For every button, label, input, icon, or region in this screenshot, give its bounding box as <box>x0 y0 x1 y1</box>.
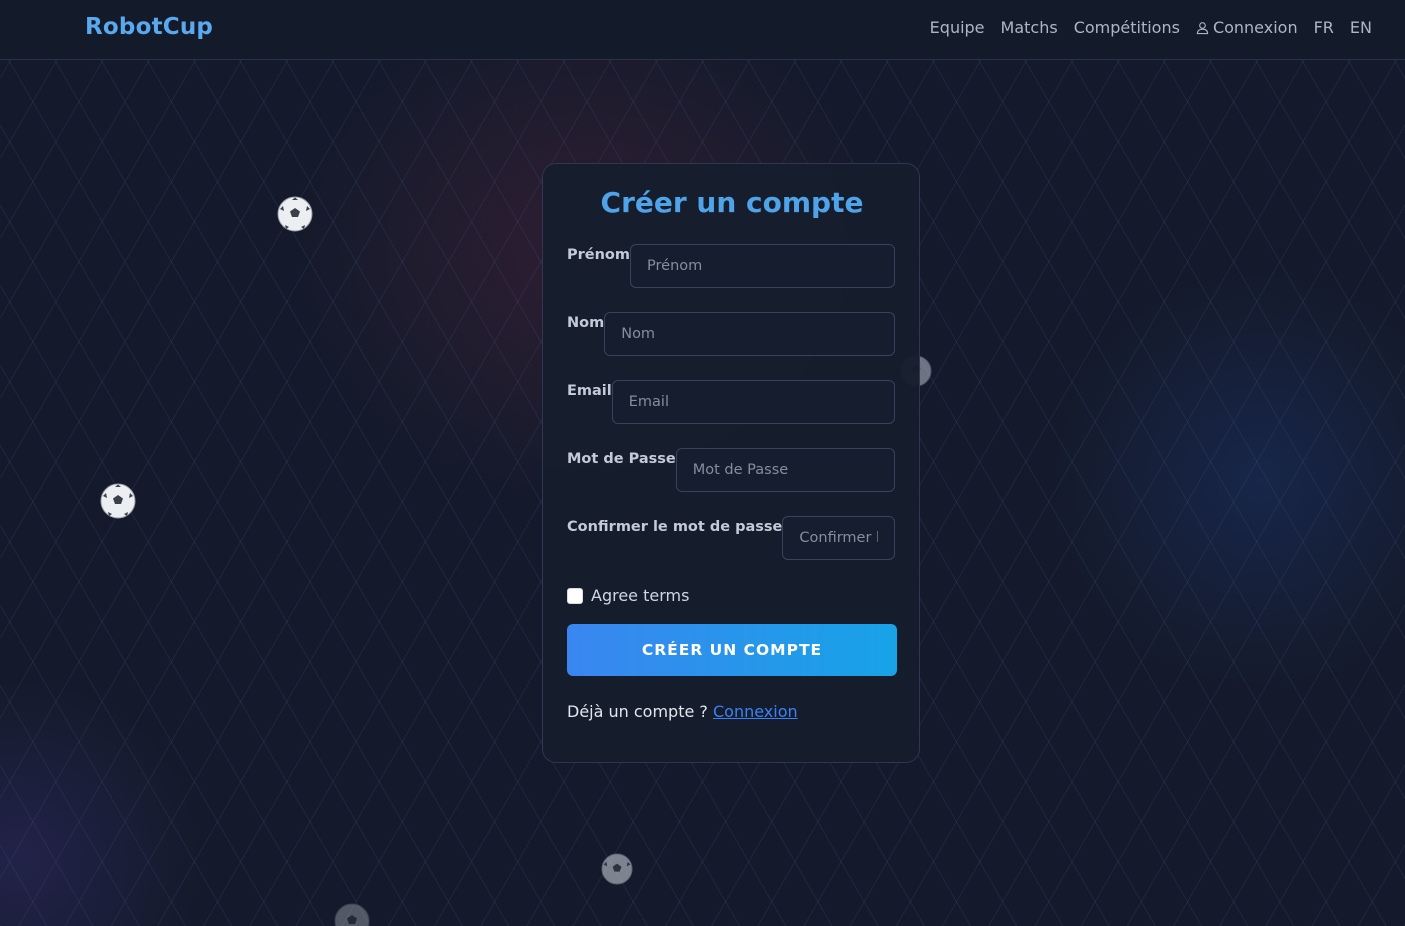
field-email: Email <box>567 380 895 424</box>
confirm-password-input[interactable] <box>782 516 895 560</box>
create-account-button[interactable]: CRÉER UN COMPTE <box>567 624 897 676</box>
nav-login-label: Connexion <box>1212 18 1298 37</box>
email-input[interactable] <box>611 380 895 424</box>
field-nom: Nom <box>567 312 895 356</box>
prenom-label: Prénom <box>567 247 631 263</box>
field-confirm-password: Confirmer le mot de passe <box>567 516 895 560</box>
field-password: Mot de Passe <box>567 448 895 492</box>
password-input[interactable] <box>675 448 895 492</box>
already-account-row: Déjà un compte ? Connexion <box>567 702 798 721</box>
password-label: Mot de Passe <box>567 451 676 467</box>
soccer-ball-icon <box>334 903 370 926</box>
nom-input[interactable] <box>604 312 895 356</box>
nav-link-matchs[interactable]: Matchs <box>1001 18 1058 37</box>
email-label: Email <box>567 383 612 399</box>
nav-link-equipe[interactable]: Equipe <box>930 18 985 37</box>
soccer-ball-icon <box>601 853 633 885</box>
form-title: Créer un compte <box>600 186 864 219</box>
nom-label: Nom <box>567 315 605 331</box>
soccer-ball-icon <box>277 196 313 232</box>
lang-en[interactable]: EN <box>1350 18 1372 37</box>
already-account-text: Déjà un compte ? <box>567 702 708 721</box>
lang-fr[interactable]: FR <box>1314 18 1334 37</box>
nav-link-competitions[interactable]: Compétitions <box>1074 18 1180 37</box>
signup-card: Créer un compte Prénom Nom Email Mot de … <box>542 163 920 763</box>
soccer-ball-icon <box>100 483 136 519</box>
brand-logo[interactable]: RobotCup <box>85 14 213 40</box>
navbar: RobotCup Equipe Matchs Compétitions Conn… <box>0 0 1405 60</box>
prenom-input[interactable] <box>630 244 895 288</box>
field-prenom: Prénom <box>567 244 895 288</box>
terms-label: Agree terms <box>591 586 690 605</box>
confirm-password-label: Confirmer le mot de passe <box>567 519 783 535</box>
nav-link-connexion[interactable]: Connexion <box>1196 18 1298 37</box>
user-icon <box>1196 21 1209 34</box>
login-link[interactable]: Connexion <box>713 702 798 721</box>
terms-checkbox[interactable] <box>567 587 583 604</box>
nav-links: Equipe Matchs Compétitions Connexion FR … <box>930 18 1372 37</box>
terms-row: Agree terms <box>567 586 689 605</box>
